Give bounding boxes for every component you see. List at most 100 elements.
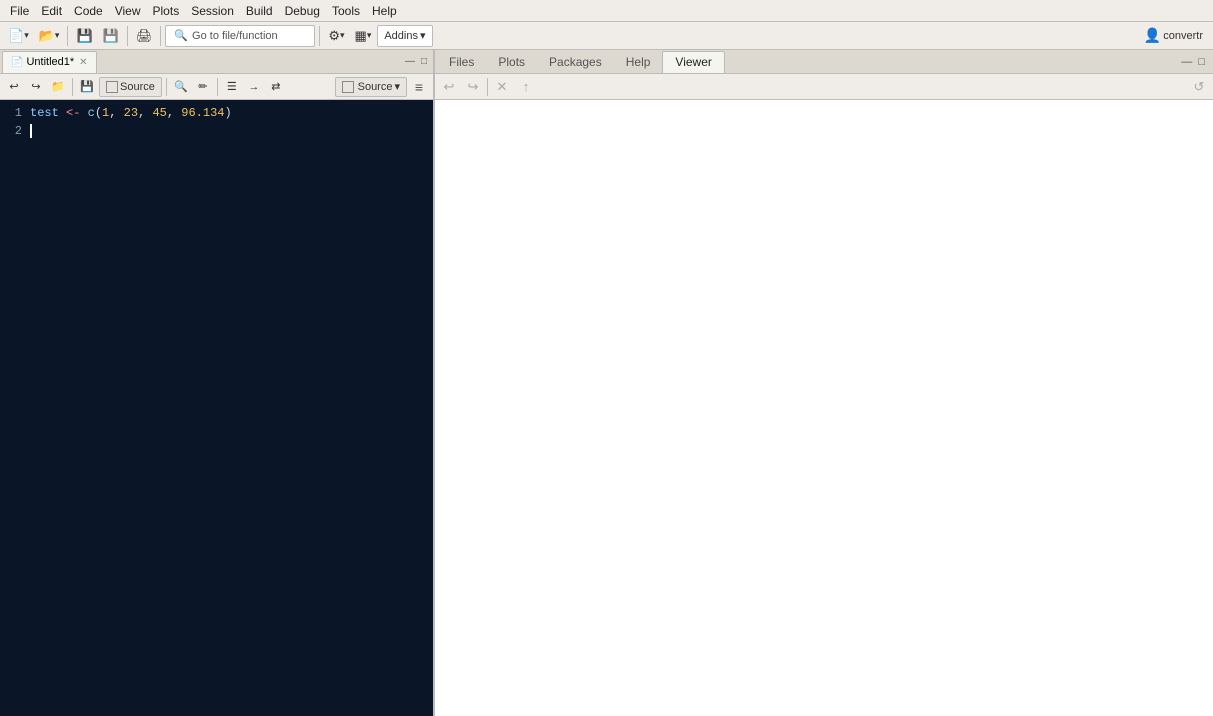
viewer-tab-bar: Files Plots Packages Help Viewer — □: [435, 50, 1213, 74]
viewer-forward-button[interactable]: ↪: [463, 77, 483, 97]
redo-icon: ↪: [31, 80, 40, 93]
ed-sep-1: [72, 78, 73, 96]
compile-icon: ☰: [227, 80, 237, 93]
open-arrow: ▾: [55, 30, 60, 41]
plots-tab-label: Plots: [498, 55, 525, 69]
tab-packages[interactable]: Packages: [537, 51, 614, 73]
menu-help[interactable]: Help: [366, 2, 403, 20]
source-arrow-icon: [342, 81, 354, 93]
redo-button[interactable]: ↪: [26, 77, 46, 97]
code-tools-ed-button[interactable]: ✏: [193, 77, 213, 97]
main-layout: 📄 Untitled1* ✕ — □ ↩ ↪ 📁: [0, 50, 1213, 716]
menu-view[interactable]: View: [109, 2, 147, 20]
print-button[interactable]: 🖨: [132, 25, 157, 47]
new-file-arrow: ▾: [24, 30, 29, 41]
refresh-icon: ↺: [1194, 79, 1205, 95]
rerun-button[interactable]: ⇄: [266, 77, 286, 97]
viewer-content: [435, 100, 1213, 716]
separator-2: [127, 26, 128, 46]
editor-tab-bar: 📄 Untitled1* ✕ — □: [0, 50, 433, 74]
new-file-button[interactable]: 📄 ▾: [4, 25, 33, 47]
find-button[interactable]: 🔍: [171, 77, 191, 97]
folder-icon: 📁: [51, 80, 65, 93]
find-icon: 🔍: [174, 80, 188, 93]
user-icon: 👤: [1144, 27, 1161, 44]
editor-save-button[interactable]: 💾: [77, 77, 97, 97]
editor-toolbar: ↩ ↪ 📁 💾 Source 🔍: [0, 74, 433, 100]
convertr-label: convertr: [1163, 30, 1203, 42]
rerun-icon: ⇄: [271, 80, 280, 93]
menu-code[interactable]: Code: [68, 2, 109, 20]
tab-viewer[interactable]: Viewer: [662, 51, 724, 73]
save-all-button[interactable]: 💾: [99, 25, 123, 47]
editor-save-icon: 💾: [80, 80, 94, 93]
menu-file[interactable]: File: [4, 2, 35, 20]
run-icon: →: [248, 81, 259, 93]
go-to-file-button[interactable]: 🔍 Go to file/function: [165, 25, 315, 47]
viewer-refresh-button[interactable]: ↺: [1189, 77, 1209, 97]
show-in-folder-button[interactable]: 📁: [48, 77, 68, 97]
source-right-arrow: ▾: [394, 80, 400, 93]
export-icon: ↑: [523, 79, 530, 94]
code-content[interactable]: test <- c(1, 23, 45, 96.134): [30, 100, 433, 716]
viewer-clear-button[interactable]: ✕: [492, 77, 512, 97]
go-to-file-label: Go to file/function: [192, 30, 278, 42]
viewer-export-button[interactable]: ↑: [516, 77, 536, 97]
code-tools-arrow: ▾: [340, 30, 345, 41]
viewer-tab-label: Viewer: [675, 55, 711, 69]
separator-3: [160, 26, 161, 46]
view-icon: ▦: [355, 28, 367, 44]
menu-build[interactable]: Build: [240, 2, 279, 20]
viewer-maximize-icon[interactable]: □: [1196, 54, 1207, 70]
source-right-button[interactable]: Source ▾: [335, 77, 407, 97]
ed-sep-2: [166, 78, 167, 96]
code-var-test: test: [30, 106, 59, 120]
v-sep-1: [487, 78, 488, 96]
code-editor-area[interactable]: 1 2 test <- c(1, 23, 45, 96.134): [0, 100, 433, 716]
code-func-c: c: [88, 106, 95, 120]
menu-tools[interactable]: Tools: [326, 2, 366, 20]
source-right-label: Source: [358, 81, 393, 93]
menu-edit[interactable]: Edit: [35, 2, 68, 20]
clear-icon: ✕: [497, 79, 508, 95]
open-file-button[interactable]: 📂 ▾: [35, 25, 64, 47]
new-file-icon: 📄: [8, 28, 24, 44]
tab-help[interactable]: Help: [614, 51, 663, 73]
viewer-back-button[interactable]: ↩: [439, 77, 459, 97]
main-toolbar: 📄 ▾ 📂 ▾ 💾 💾 🖨 🔍 Go to file/function ⚙ ▾ …: [0, 22, 1213, 50]
code-tools-button[interactable]: ⚙ ▾: [324, 25, 348, 47]
hamburger-icon: ≡: [415, 79, 423, 95]
compile-button[interactable]: ☰: [222, 77, 242, 97]
menu-debug[interactable]: Debug: [279, 2, 326, 20]
menu-plots[interactable]: Plots: [147, 2, 186, 20]
tab-plots[interactable]: Plots: [486, 51, 537, 73]
code-num-1: 1: [102, 106, 109, 120]
help-tab-label: Help: [626, 55, 651, 69]
source-button[interactable]: Source: [99, 77, 162, 97]
ed-sep-3: [217, 78, 218, 96]
addins-button[interactable]: Addins ▾: [377, 25, 432, 47]
packages-tab-label: Packages: [549, 55, 602, 69]
tab-files[interactable]: Files: [437, 51, 486, 73]
maximize-icon[interactable]: □: [419, 54, 429, 69]
separator-4: [319, 26, 320, 46]
run-button[interactable]: →: [244, 77, 264, 97]
editor-menu-button[interactable]: ≡: [409, 77, 429, 97]
menu-session[interactable]: Session: [185, 2, 240, 20]
editor-tab-untitled1[interactable]: 📄 Untitled1* ✕: [2, 51, 97, 73]
save-all-icon: 💾: [103, 28, 119, 44]
cursor: [30, 124, 32, 138]
source-checkbox-icon: [106, 81, 118, 93]
viewer-minimize-icon[interactable]: —: [1179, 54, 1194, 70]
viewer-panel: Files Plots Packages Help Viewer — □: [435, 50, 1213, 716]
undo-icon: ↩: [9, 80, 18, 93]
tab-close-icon[interactable]: ✕: [79, 57, 87, 68]
save-button[interactable]: 💾: [72, 25, 96, 47]
code-assign: <-: [66, 106, 80, 120]
minimize-icon[interactable]: —: [403, 54, 417, 69]
save-icon: 💾: [76, 28, 92, 44]
line-number-2: 2: [4, 122, 22, 140]
addins-label: Addins: [384, 30, 418, 42]
undo-button[interactable]: ↩: [4, 77, 24, 97]
view-button[interactable]: ▦ ▾: [351, 25, 376, 47]
